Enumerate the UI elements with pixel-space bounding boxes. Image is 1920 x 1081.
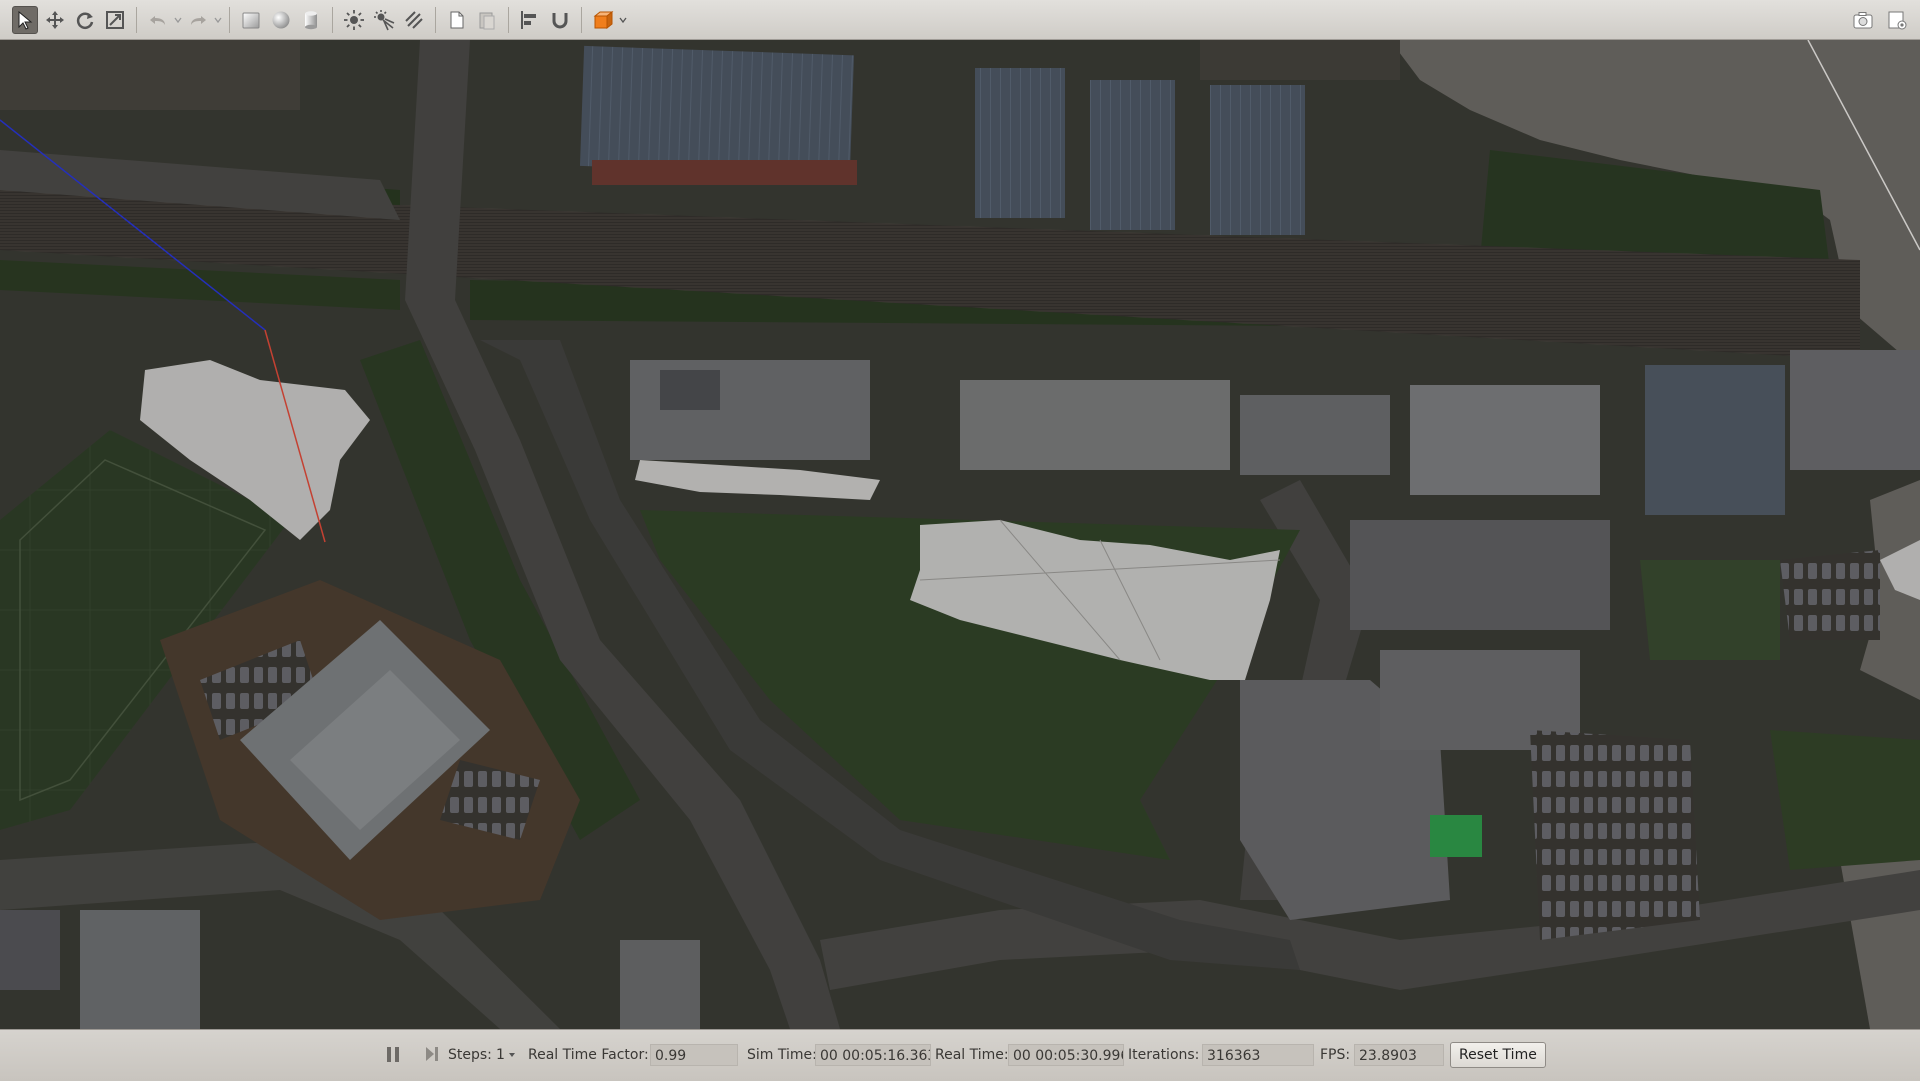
paste-icon	[479, 12, 495, 29]
paste-button[interactable]	[474, 6, 500, 34]
view-angle-icon	[593, 10, 614, 29]
toolbar-separator	[581, 6, 582, 33]
chevron-down-icon	[509, 1053, 515, 1057]
view-angle-button[interactable]	[590, 6, 616, 34]
scale-icon	[106, 10, 124, 29]
select-mode-button[interactable]	[12, 5, 38, 34]
undo-history-dropdown[interactable]	[173, 6, 183, 34]
iterations-label: Iterations:	[1128, 1047, 1200, 1063]
toolbar-separator	[435, 6, 436, 33]
view-angle-dropdown[interactable]	[618, 6, 628, 34]
reset-time-button[interactable]: Reset Time	[1450, 1042, 1546, 1068]
sim-time-field: 00 00:05:16.363	[815, 1044, 931, 1066]
sim-time-label: Sim Time:	[747, 1047, 817, 1063]
toolbar	[0, 0, 1920, 40]
real-time-factor-field: 0.99	[650, 1044, 738, 1066]
toolbar-separator	[508, 6, 509, 33]
translate-mode-button[interactable]	[42, 6, 68, 34]
box-shape-icon	[242, 12, 260, 28]
point-light-icon	[344, 9, 364, 30]
fps-field: 23.8903	[1354, 1044, 1444, 1066]
3d-viewport[interactable]	[0, 40, 1920, 1029]
step-button[interactable]	[423, 1044, 441, 1066]
insert-cylinder-button[interactable]	[298, 6, 324, 34]
cylinder-shape-icon	[305, 10, 317, 29]
screenshot-button[interactable]	[1850, 6, 1876, 34]
real-time-label: Real Time:	[935, 1047, 1009, 1063]
terrain-scene	[0, 40, 1920, 1029]
record-video-icon	[1888, 11, 1907, 30]
copy-icon	[450, 11, 464, 28]
toolbar-separator	[229, 6, 230, 33]
scale-mode-button[interactable]	[102, 6, 128, 34]
copy-button[interactable]	[444, 6, 470, 34]
undo-icon	[150, 15, 165, 25]
real-time-field: 00 00:05:30.996	[1008, 1044, 1124, 1066]
select-arrow-icon	[18, 10, 33, 30]
translate-icon	[46, 10, 64, 29]
rotate-icon	[76, 12, 94, 29]
directional-light-icon	[405, 10, 423, 29]
chevron-down-icon	[214, 17, 222, 23]
redo-history-dropdown[interactable]	[213, 6, 223, 34]
toolbar-separator	[332, 6, 333, 33]
steps-value[interactable]: 1	[496, 1044, 505, 1066]
chevron-down-icon	[174, 17, 182, 23]
real-time-factor-label: Real Time Factor:	[528, 1047, 649, 1063]
undo-button[interactable]	[145, 6, 171, 34]
align-button[interactable]	[517, 6, 543, 34]
insert-sphere-button[interactable]	[268, 6, 294, 34]
pause-icon	[387, 1047, 399, 1062]
steps-label: Steps:	[448, 1047, 492, 1063]
step-forward-icon	[426, 1047, 438, 1061]
snap-button[interactable]	[547, 6, 573, 34]
snap-icon	[552, 12, 568, 28]
toolbar-right-group	[1844, 6, 1912, 34]
fps-label: FPS:	[1320, 1047, 1351, 1063]
spot-light-icon	[374, 9, 395, 30]
redo-button[interactable]	[185, 6, 211, 34]
align-icon	[521, 10, 536, 29]
sphere-shape-icon	[272, 11, 290, 28]
status-bar: Steps: 1 Real Time Factor: 0.99 Sim Time…	[0, 1029, 1920, 1081]
screenshot-camera-icon	[1853, 12, 1873, 29]
rotate-mode-button[interactable]	[72, 6, 98, 34]
insert-box-button[interactable]	[238, 6, 264, 34]
insert-spot-light-button[interactable]	[371, 6, 397, 34]
chevron-down-icon	[619, 17, 627, 23]
steps-spinner[interactable]	[508, 1044, 516, 1066]
redo-icon	[191, 15, 206, 25]
iterations-field: 316363	[1202, 1044, 1314, 1066]
pause-button[interactable]	[385, 1044, 401, 1066]
insert-point-light-button[interactable]	[341, 6, 367, 34]
insert-directional-light-button[interactable]	[401, 6, 427, 34]
toolbar-separator	[136, 6, 137, 33]
record-video-button[interactable]	[1884, 6, 1910, 34]
